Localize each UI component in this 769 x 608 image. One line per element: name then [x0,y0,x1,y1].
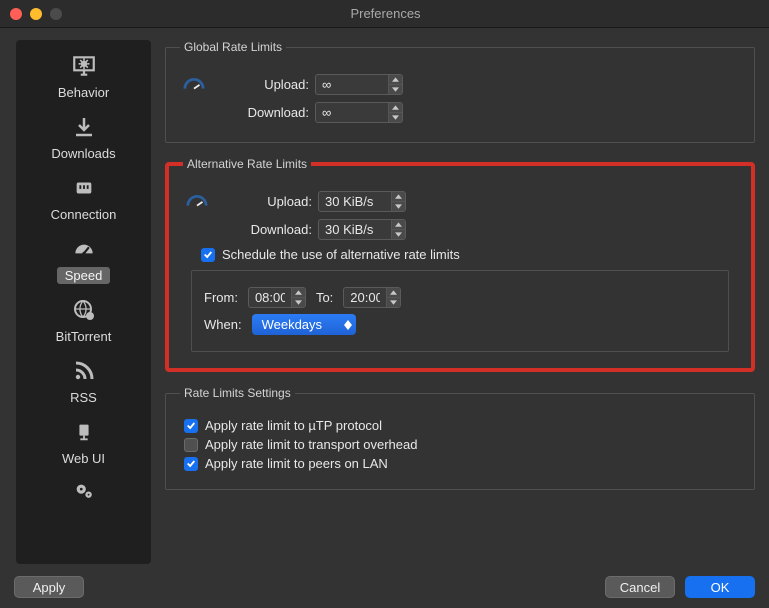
upload-label: Upload: [217,194,312,209]
dropdown-arrows-icon [344,320,352,330]
window-title: Preferences [62,6,709,21]
sidebar-item-rss[interactable]: RSS [16,351,151,408]
to-time-spinbox[interactable] [343,287,401,308]
spin-buttons[interactable] [386,288,400,307]
maximize-button [50,8,62,20]
server-icon [70,418,98,446]
sidebar-item-connection[interactable]: Connection [16,168,151,225]
upload-spinbox[interactable] [315,74,403,95]
schedule-label: Schedule the use of alternative rate lim… [222,247,460,262]
sidebar-item-label: RSS [62,389,105,406]
when-value: Weekdays [262,317,322,332]
lan-label: Apply rate limit to peers on LAN [205,456,388,471]
group-legend: Rate Limits Settings [180,386,295,400]
gears-icon [70,479,98,503]
spin-buttons[interactable] [388,75,402,94]
rss-icon [70,357,98,385]
sidebar-item-label: Connection [43,206,125,223]
sidebar-item-label: Web UI [54,450,113,467]
sidebar-item-downloads[interactable]: Downloads [16,107,151,164]
titlebar: Preferences [0,0,769,28]
overhead-label: Apply rate limit to transport overhead [205,437,417,452]
global-rate-limits-group: Global Rate Limits Upload: Download: [165,40,755,143]
globe-gear-icon [70,296,98,324]
sidebar-item-label: Downloads [43,145,123,162]
download-spinbox[interactable] [315,102,403,123]
sidebar-item-label: Behavior [50,84,117,101]
spin-buttons[interactable] [391,192,405,211]
group-legend: Global Rate Limits [180,40,286,54]
utp-checkbox[interactable] [184,419,198,433]
sidebar-item-bittorrent[interactable]: BitTorrent [16,290,151,347]
cancel-button[interactable]: Cancel [605,576,675,598]
ethernet-icon [70,174,98,202]
when-label: When: [204,317,242,332]
download-label: Download: [217,222,312,237]
gauge-icon [70,235,98,263]
rate-limits-settings-group: Rate Limits Settings Apply rate limit to… [165,386,755,490]
alternative-rate-limits-group: Alternative Rate Limits Upload: Download… [165,157,755,372]
sidebar-item-behavior[interactable]: Behavior [16,46,151,103]
sidebar-item-webui[interactable]: Web UI [16,412,151,469]
sidebar-item-label: Speed [57,267,111,284]
upload-value[interactable] [316,75,388,94]
download-spinbox[interactable] [318,219,406,240]
sidebar: Behavior Downloads Connection Speed [16,40,151,564]
traffic-lights [10,8,62,20]
from-label: From: [204,290,238,305]
sidebar-item-speed[interactable]: Speed [16,229,151,286]
ok-button[interactable]: OK [685,576,755,598]
dialog-footer: Apply Cancel OK [0,576,769,598]
when-dropdown[interactable]: Weekdays [252,314,356,335]
utp-label: Apply rate limit to µTP protocol [205,418,382,433]
to-label: To: [316,290,333,305]
speedometer-icon [183,189,211,213]
spin-buttons[interactable] [291,288,305,307]
spin-buttons[interactable] [388,103,402,122]
gear-monitor-icon [70,52,98,80]
download-value[interactable] [319,220,391,239]
schedule-checkbox[interactable] [201,248,215,262]
lan-checkbox[interactable] [184,457,198,471]
group-legend: Alternative Rate Limits [183,157,311,171]
download-value[interactable] [316,103,388,122]
download-label: Download: [214,105,309,120]
upload-label: Upload: [214,77,309,92]
upload-spinbox[interactable] [318,191,406,212]
upload-value[interactable] [319,192,391,211]
to-time-value[interactable] [344,288,386,307]
overhead-checkbox[interactable] [184,438,198,452]
speedometer-icon [180,72,208,96]
apply-button[interactable]: Apply [14,576,84,598]
from-time-value[interactable] [249,288,291,307]
sidebar-item-label: BitTorrent [48,328,120,345]
from-time-spinbox[interactable] [248,287,306,308]
minimize-button[interactable] [30,8,42,20]
sidebar-item-advanced[interactable] [16,473,151,503]
schedule-box: From: To: [191,270,729,352]
download-icon [70,113,98,141]
spin-buttons[interactable] [391,220,405,239]
close-button[interactable] [10,8,22,20]
